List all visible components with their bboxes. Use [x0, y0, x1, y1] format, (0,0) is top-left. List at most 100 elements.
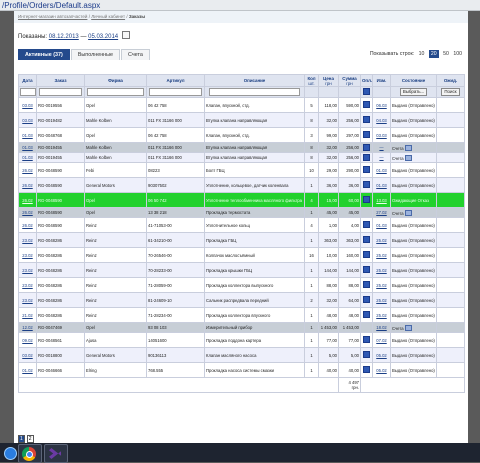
chrome-icon[interactable] — [18, 444, 42, 463]
calendar-icon[interactable] — [121, 31, 130, 39]
row-wait — [436, 332, 465, 348]
period-to[interactable]: 05.03.2014 — [88, 34, 118, 40]
row-status: Выдано (Отправлено) — [390, 177, 437, 193]
table-row: 12.02 RG-0047469 Opel 93 08 103 Измерительны… — [18, 322, 465, 333]
paid-checkbox[interactable] — [363, 196, 370, 203]
row-paid — [360, 322, 373, 333]
row-status: Выдано (Отправлено) — [390, 162, 437, 178]
filter-brand-input[interactable] — [87, 88, 144, 96]
row-status: Выдано (Отправлено) — [390, 307, 437, 323]
col-sum[interactable]: Сумма грн — [338, 74, 361, 87]
page-2[interactable]: 2 — [26, 435, 34, 443]
col-article[interactable]: Артикул — [146, 74, 205, 87]
col-status[interactable]: Состояние — [390, 74, 437, 87]
row-price: 5,00 — [318, 347, 339, 363]
row-price: 1 453,00 — [318, 322, 339, 333]
paid-checkbox[interactable] — [363, 116, 370, 123]
tab-invoices[interactable]: Счета — [121, 49, 150, 60]
search-button[interactable]: Поиск — [441, 88, 460, 96]
tab-completed[interactable]: Выполненные — [70, 49, 121, 60]
paid-checkbox[interactable] — [363, 153, 370, 161]
status-choose-button[interactable]: Выбрать... — [399, 88, 428, 96]
row-order: RG-0048286 — [36, 232, 85, 248]
paid-checkbox[interactable] — [363, 281, 370, 288]
row-paid — [360, 332, 373, 348]
paid-checkbox[interactable] — [363, 266, 370, 273]
row-paid — [360, 97, 373, 113]
col-wait[interactable]: Ожид. — [436, 74, 465, 87]
paid-checkbox[interactable] — [363, 336, 370, 343]
filter-date-input[interactable] — [20, 88, 36, 96]
row-paid — [360, 307, 373, 323]
paid-checkbox[interactable] — [363, 296, 370, 303]
row-changed: 25.02 — [372, 247, 391, 263]
filter-paid-checkbox[interactable] — [363, 88, 370, 95]
table-row: 26.02 RG-0048590 General Motors 90307502 Упл… — [18, 177, 465, 193]
row-sum: 5,00 — [338, 347, 361, 363]
paid-checkbox[interactable] — [363, 251, 370, 258]
filter-order-input[interactable] — [38, 88, 83, 96]
tab-active[interactable]: Активные (37) — [18, 49, 70, 60]
row-order: RG-0048590 — [36, 177, 85, 193]
paid-checkbox[interactable] — [363, 221, 370, 228]
page-1[interactable]: 1 — [18, 435, 25, 443]
paid-checkbox[interactable] — [363, 181, 370, 188]
row-price: 15,00 — [318, 192, 339, 208]
pagination: 12 — [18, 435, 36, 443]
row-wait — [436, 127, 465, 143]
paid-checkbox[interactable] — [363, 143, 370, 151]
rows-option-100[interactable]: 100 — [453, 51, 462, 57]
row-brand: Reinz — [84, 232, 147, 248]
col-brand[interactable]: Фирма — [84, 74, 147, 87]
row-description: Клапан, впускной, стд. — [204, 127, 305, 143]
breadcrumb-shop[interactable]: Интернет-магазин автозапчастей — [18, 14, 87, 19]
col-description[interactable]: Описание — [204, 74, 305, 87]
row-qty: 5 — [304, 97, 319, 113]
paid-checkbox[interactable] — [363, 166, 370, 173]
row-sum: 160,00 — [338, 247, 361, 263]
table-row: 26.02 RG-0048590 Opel 06 50 742 Уплотнение т… — [18, 192, 465, 208]
breadcrumb-cabinet[interactable]: Личный кабинет — [91, 14, 125, 19]
table-row: 21.02 RG-0048286 Reinz 71-28234-00 Прокладка… — [18, 307, 465, 323]
rows-option-50[interactable]: 50 — [443, 51, 449, 57]
invoice-icon[interactable] — [404, 209, 412, 216]
col-date[interactable]: Дата — [18, 74, 37, 87]
invoice-icon[interactable] — [404, 324, 412, 331]
paid-checkbox[interactable] — [363, 351, 370, 358]
row-wait — [436, 177, 465, 193]
row-date: 26.02 — [18, 192, 37, 208]
address-bar[interactable]: /Profile/Orders/Default.aspx — [0, 0, 480, 11]
table-row: 26.02 RG-0048590 Reinz 41-71053-00 Уплотните… — [18, 217, 465, 233]
row-date: 01.03 — [18, 142, 37, 153]
row-wait — [436, 162, 465, 178]
invoice-icon[interactable] — [404, 154, 412, 161]
row-qty: 1 — [304, 177, 319, 193]
col-price[interactable]: Цена грн — [318, 74, 339, 87]
rows-option-10[interactable]: 10 — [419, 51, 425, 57]
row-changed: — — [372, 152, 391, 163]
paid-checkbox[interactable] — [363, 311, 370, 318]
paid-checkbox[interactable] — [363, 366, 370, 373]
row-description: Прокладка коллектора выпускного — [204, 277, 305, 293]
row-brand: Reinz — [84, 277, 147, 293]
table-row: 23.02 RG-0048286 Reinz 81-24609-10 Сальник р… — [18, 292, 465, 308]
filter-article-input[interactable] — [149, 88, 202, 96]
col-order[interactable]: Заказ — [36, 74, 85, 87]
row-date: 09.02 — [18, 332, 37, 348]
col-paid[interactable]: Опл. — [360, 74, 373, 87]
invoice-icon[interactable] — [404, 144, 412, 151]
paid-checkbox[interactable] — [363, 236, 370, 243]
paid-checkbox[interactable] — [363, 131, 370, 138]
visual-studio-icon[interactable] — [44, 444, 68, 463]
col-changed[interactable]: Изм. — [372, 74, 391, 87]
table-row: 03.03 RG-0019482 Mahle Kolben 011 FX 31166 … — [18, 112, 465, 128]
period-from[interactable]: 08.12.2013 — [49, 34, 79, 40]
paid-checkbox[interactable] — [363, 101, 370, 108]
table-row: 26.02 RG-0048590 Opel 13 38 218 Прокладка те… — [18, 207, 465, 218]
rows-option-20[interactable]: 20 — [428, 50, 439, 58]
row-article: 011 FX 31166 000 — [146, 142, 205, 153]
filter-description-input[interactable] — [208, 88, 301, 96]
row-sum: 144,00 — [338, 262, 361, 278]
col-qty[interactable]: Кол шт. — [304, 74, 319, 87]
period-label: Показаны: — [18, 34, 48, 40]
